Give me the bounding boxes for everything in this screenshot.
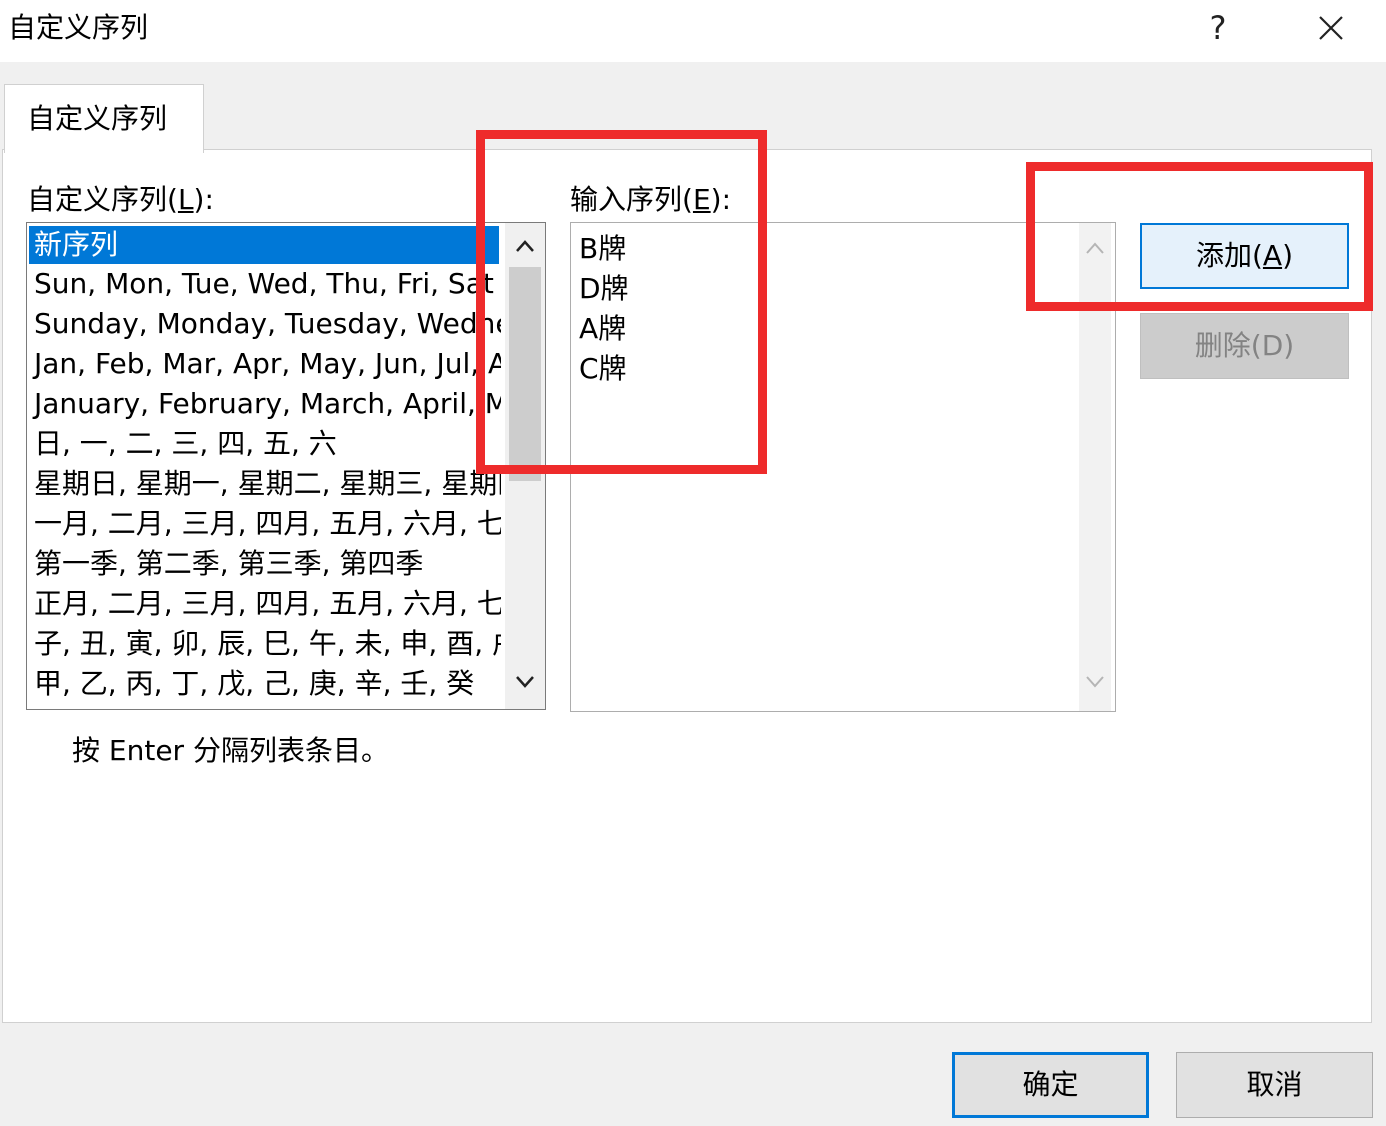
close-button[interactable] <box>1306 4 1356 52</box>
tab-custom-lists[interactable]: 自定义序列 <box>4 84 204 153</box>
ok-button[interactable]: 确定 <box>952 1052 1149 1118</box>
delete-button[interactable]: 删除(D) <box>1140 313 1349 379</box>
entries-scroll-down-button[interactable] <box>1075 663 1115 703</box>
chevron-down-icon <box>516 676 534 688</box>
list-item[interactable]: 子, 丑, 寅, 卯, 辰, 巳, 午, 未, 申, 酉, 戌 <box>27 624 501 664</box>
annotation-highlight-box <box>476 130 767 474</box>
custom-lists-listbox[interactable]: 新序列 Sun, Mon, Tue, Wed, Thu, Fri, Sat Sund… <box>26 222 546 710</box>
custom-lists-label-key: L <box>177 183 194 216</box>
window-title: 自定义序列 <box>8 11 149 44</box>
close-icon <box>1319 16 1343 40</box>
tab-label: 自定义序列 <box>27 102 168 135</box>
custom-lists-label: 自定义序列(L): <box>27 182 214 218</box>
list-item[interactable]: Jan, Feb, Mar, Apr, May, Jun, Jul, Aug <box>27 344 501 384</box>
list-item[interactable]: Sun, Mon, Tue, Wed, Thu, Fri, Sat <box>27 264 501 304</box>
list-item[interactable]: 甲, 乙, 丙, 丁, 戊, 己, 庚, 辛, 壬, 癸 <box>27 664 501 704</box>
list-item[interactable]: 新序列 <box>29 226 499 264</box>
custom-lists-items: 新序列 Sun, Mon, Tue, Wed, Thu, Fri, Sat Sund… <box>27 223 501 709</box>
list-item[interactable]: 一月, 二月, 三月, 四月, 五月, 六月, 七月 <box>27 504 501 544</box>
help-button[interactable]: ? <box>1196 4 1240 52</box>
custom-lists-label-text: 自定义序列( <box>27 183 178 216</box>
list-item[interactable]: Sunday, Monday, Tuesday, Wednesday <box>27 304 501 344</box>
hint-text: 按 Enter 分隔列表条目。 <box>72 734 389 767</box>
annotation-highlight-box <box>1026 162 1373 311</box>
scroll-down-button[interactable] <box>505 663 545 703</box>
list-item[interactable]: 日, 一, 二, 三, 四, 五, 六 <box>27 424 501 464</box>
custom-lists-label-suffix: ): <box>193 183 214 216</box>
list-item[interactable]: 星期日, 星期一, 星期二, 星期三, 星期四 <box>27 464 501 504</box>
chevron-down-icon <box>1086 676 1104 688</box>
list-item[interactable]: 正月, 二月, 三月, 四月, 五月, 六月, 七月 <box>27 584 501 624</box>
list-item[interactable]: January, February, March, April, May <box>27 384 501 424</box>
list-item[interactable]: 第一季, 第二季, 第三季, 第四季 <box>27 544 501 584</box>
title-bar: 自定义序列 ? <box>0 0 1386 62</box>
cancel-button[interactable]: 取消 <box>1176 1052 1373 1118</box>
